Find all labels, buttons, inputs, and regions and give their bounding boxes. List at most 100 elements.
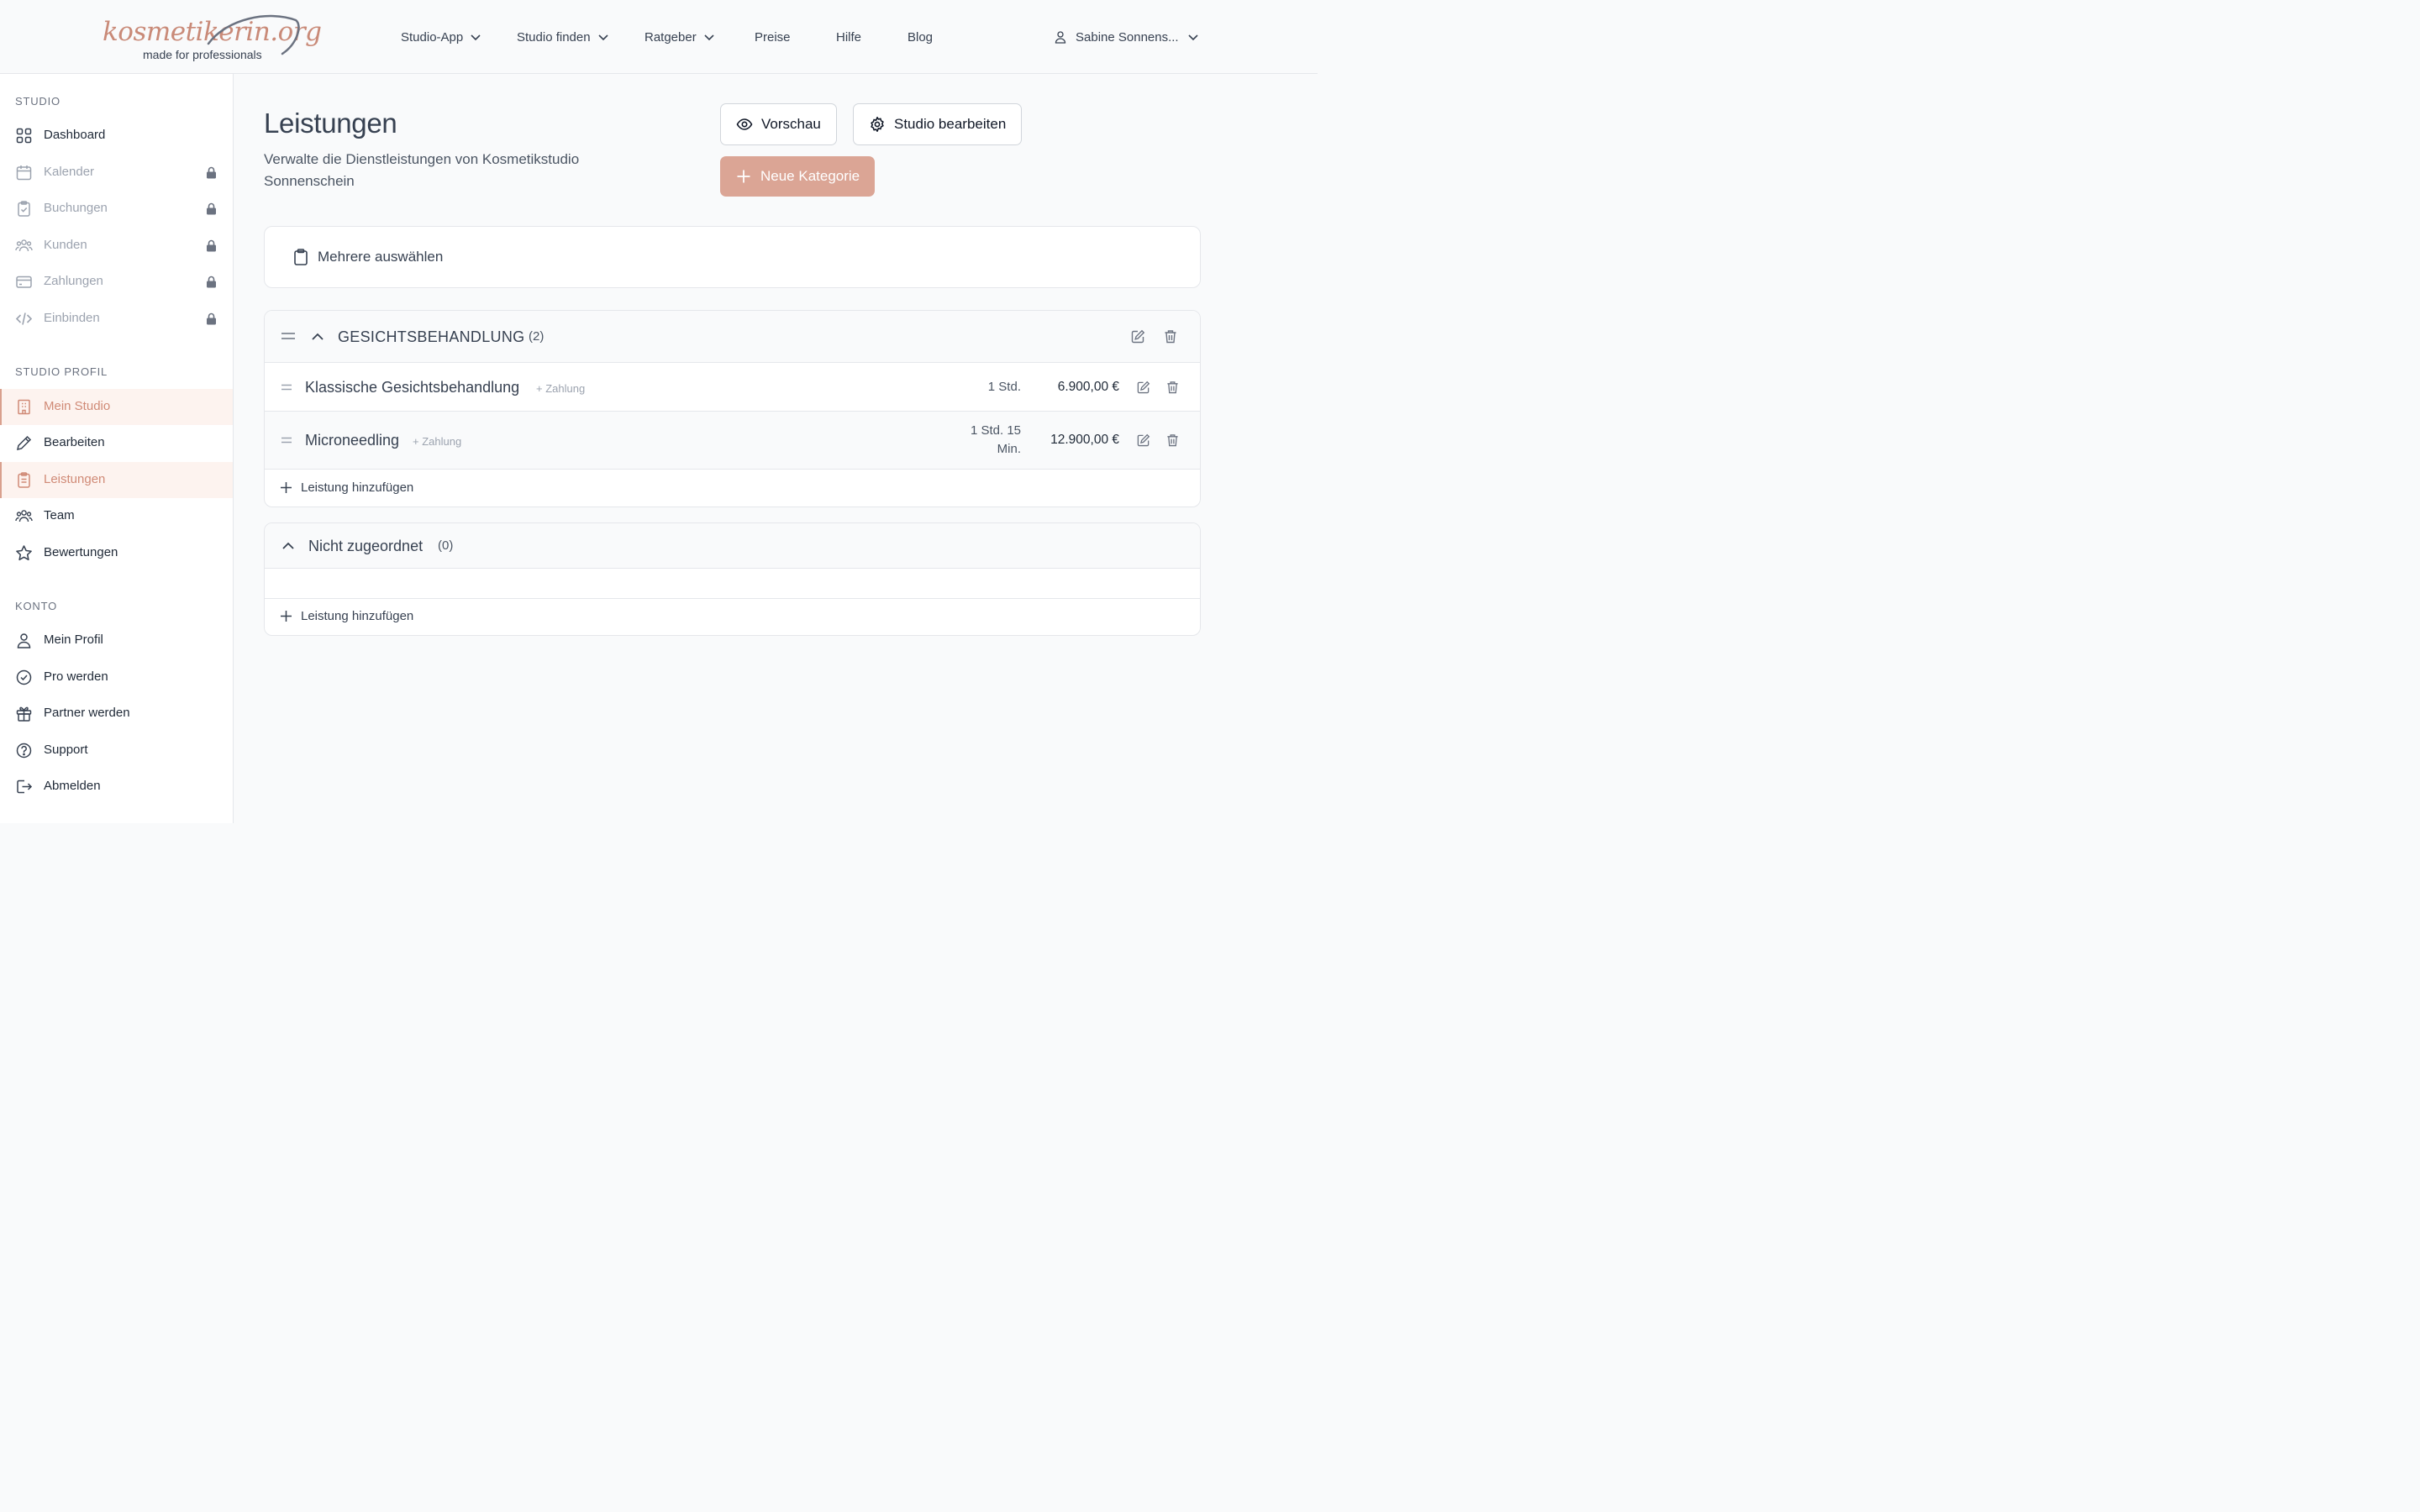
user-icon xyxy=(1055,31,1066,44)
nav-label: Blog xyxy=(908,29,934,45)
gear-icon xyxy=(871,117,884,132)
sidebar-item-label: Partner werden xyxy=(44,706,130,720)
sidebar-item-bewertungen[interactable]: Bewertungen xyxy=(0,535,233,571)
sidebar-heading-studio: STUDIO xyxy=(15,95,60,108)
team-icon xyxy=(15,510,33,522)
sidebar-item-einbinden[interactable]: Einbinden xyxy=(0,301,233,337)
sidebar-item-leistungen[interactable]: Leistungen xyxy=(0,462,233,498)
sidebar-item-label: Bearbeiten xyxy=(44,435,105,449)
user-menu[interactable]: Sabine Sonnens... xyxy=(1054,28,1199,46)
category-card-gesichtsbehandlung: GESICHTSBEHANDLUNG (2) Klassische Gesich… xyxy=(264,310,1201,507)
nav-blog[interactable]: Blog xyxy=(908,28,933,46)
sidebar-item-partner-werden[interactable]: Partner werden xyxy=(0,696,233,732)
service-row[interactable]: Microneedling + Zahlung 1 Std. 15 Min. 1… xyxy=(265,412,1200,470)
category-title: GESICHTSBEHANDLUNG xyxy=(338,328,525,345)
nav-label: Hilfe xyxy=(836,29,862,45)
sidebar-item-kunden[interactable]: Kunden xyxy=(0,228,233,264)
preview-button[interactable]: Vorschau xyxy=(720,103,837,145)
sidebar-item-team[interactable]: Team xyxy=(0,498,233,534)
trash-icon[interactable] xyxy=(1166,381,1179,394)
sidebar-item-label: Zahlungen xyxy=(44,274,103,288)
sidebar-item-abmelden[interactable]: Abmelden xyxy=(0,769,233,805)
sidebar-item-pro-werden[interactable]: Pro werden xyxy=(0,659,233,696)
chevron-up-icon[interactable] xyxy=(310,329,325,344)
edit-icon[interactable] xyxy=(1137,381,1150,394)
chevron-down-icon xyxy=(598,34,608,41)
drag-handle-icon[interactable] xyxy=(281,382,292,392)
page-description: Verwalte die Dienstleistungen von Kosmet… xyxy=(264,151,580,189)
sidebar-heading-studio-profil: STUDIO PROFIL xyxy=(15,365,108,378)
service-name: Klassische Gesichtsbehandlung xyxy=(305,379,520,396)
category-header: GESICHTSBEHANDLUNG (2) xyxy=(265,311,1200,363)
gift-icon xyxy=(16,706,32,722)
star-icon xyxy=(16,545,32,561)
edit-studio-button[interactable]: Studio bearbeiten xyxy=(853,103,1023,145)
category-header: Nicht zugeordnet (0) xyxy=(265,523,1200,569)
chevron-down-icon xyxy=(471,34,481,41)
chevron-up-icon[interactable] xyxy=(281,538,296,554)
sidebar-item-label: Kunden xyxy=(44,238,87,252)
drag-handle-icon[interactable] xyxy=(281,435,292,445)
drag-handle-icon[interactable] xyxy=(281,330,296,342)
nav-label: Studio-App xyxy=(401,29,464,45)
clipboard-check-icon xyxy=(18,201,30,217)
users-icon xyxy=(15,239,33,252)
edit-icon[interactable] xyxy=(1137,433,1150,447)
service-payment-tag: + Zahlung xyxy=(413,435,462,448)
sidebar-item-label: Abmelden xyxy=(44,779,101,793)
sidebar-item-mein-profil[interactable]: Mein Profil xyxy=(0,622,233,659)
sidebar-item-dashboard[interactable]: Dashboard xyxy=(0,118,233,154)
sidebar: STUDIO Dashboard Kalender Buchungen Kund… xyxy=(0,74,234,823)
top-header: kosmetikerin.org made for professionals … xyxy=(0,0,1318,74)
service-payment-tag: + Zahlung xyxy=(536,382,586,395)
sidebar-item-label: Dashboard xyxy=(44,128,106,142)
trash-icon[interactable] xyxy=(1166,433,1179,447)
nav-preise[interactable]: Preise xyxy=(755,28,791,46)
sidebar-item-buchungen[interactable]: Buchungen xyxy=(0,191,233,227)
nav-studio-app[interactable]: Studio-App xyxy=(401,28,481,46)
sidebar-item-label: Mein Profil xyxy=(44,633,103,647)
lock-icon xyxy=(207,202,216,215)
sidebar-item-support[interactable]: Support xyxy=(0,732,233,769)
sidebar-item-label: Leistungen xyxy=(44,472,106,486)
plus-icon xyxy=(281,611,292,622)
edit-icon[interactable] xyxy=(1131,329,1145,344)
select-multiple-button[interactable]: Mehrere auswählen xyxy=(293,249,443,265)
nav-hilfe[interactable]: Hilfe xyxy=(836,28,861,46)
service-duration: 1 Std. xyxy=(987,380,1021,394)
sidebar-item-label: Buchungen xyxy=(44,201,108,215)
sidebar-item-kalender[interactable]: Kalender xyxy=(0,155,233,191)
nav-label: Ratgeber xyxy=(644,29,697,45)
lock-icon xyxy=(207,166,216,179)
clipboard-icon xyxy=(294,249,308,265)
service-row[interactable]: Klassische Gesichtsbehandlung + Zahlung … xyxy=(265,363,1200,412)
sidebar-item-zahlungen[interactable]: Zahlungen xyxy=(0,264,233,300)
sidebar-item-label: Support xyxy=(44,743,88,757)
category-count: (0) xyxy=(438,538,454,553)
nav-ratgeber[interactable]: Ratgeber xyxy=(644,28,715,46)
sidebar-item-label: Team xyxy=(44,508,75,522)
new-category-button[interactable]: Neue Kategorie xyxy=(720,156,876,197)
logo[interactable]: kosmetikerin.org made for professionals xyxy=(101,8,322,64)
grid-icon xyxy=(16,128,32,144)
sidebar-item-label: Kalender xyxy=(44,165,95,179)
preview-button-label: Vorschau xyxy=(761,116,821,132)
sidebar-item-bearbeiten[interactable]: Bearbeiten xyxy=(0,425,233,461)
sidebar-item-mein-studio[interactable]: Mein Studio xyxy=(0,389,233,425)
add-service-label: Leistung hinzufügen xyxy=(301,480,414,495)
sidebar-item-label: Pro werden xyxy=(44,669,108,684)
trash-icon[interactable] xyxy=(1164,329,1177,344)
new-category-button-label: Neue Kategorie xyxy=(760,168,860,184)
clipboard-list-icon xyxy=(18,472,30,488)
nav-label: Preise xyxy=(755,29,791,45)
user-name: Sabine Sonnens... xyxy=(1076,29,1179,45)
pencil-icon xyxy=(17,435,32,450)
service-name: Microneedling xyxy=(305,432,400,449)
add-service-button[interactable]: Leistung hinzufügen xyxy=(280,480,413,495)
category-title: Nicht zugeordnet xyxy=(308,538,424,554)
category-count: (2) xyxy=(529,329,544,344)
nav-studio-finden[interactable]: Studio finden xyxy=(517,28,609,46)
add-service-button[interactable]: Leistung hinzufügen xyxy=(280,609,413,623)
plus-icon xyxy=(737,170,750,183)
sidebar-heading-konto: KONTO xyxy=(15,600,57,612)
